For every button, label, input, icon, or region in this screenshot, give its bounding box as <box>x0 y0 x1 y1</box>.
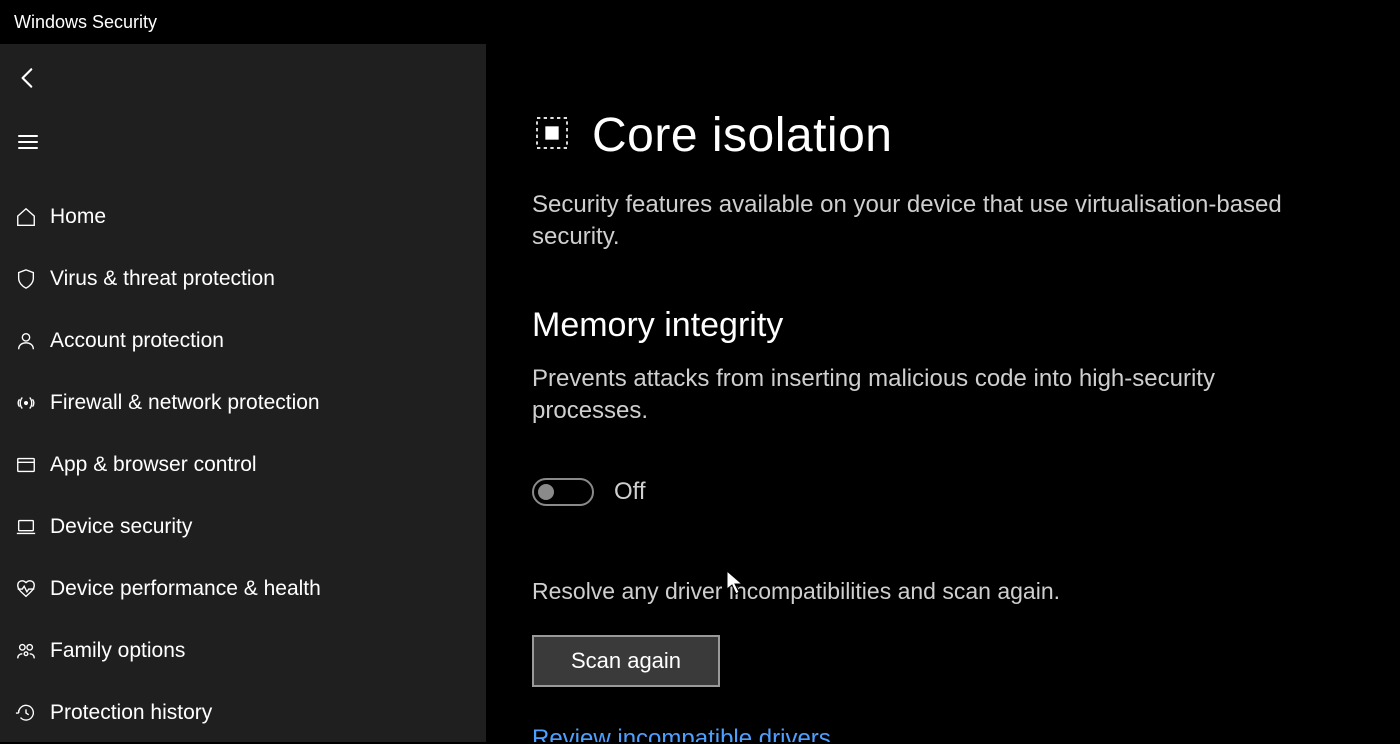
sidebar-item-firewall[interactable]: Firewall & network protection <box>0 372 486 434</box>
sidebar-item-label: Protection history <box>50 701 212 725</box>
sidebar-item-label: Device security <box>50 515 192 539</box>
page-subtitle: Security features available on your devi… <box>532 189 1292 254</box>
home-icon <box>8 206 44 228</box>
page-title: Core isolation <box>592 108 892 163</box>
sidebar-item-label: Account protection <box>50 329 224 353</box>
sidebar-item-performance[interactable]: Device performance & health <box>0 558 486 620</box>
sidebar-item-label: App & browser control <box>50 453 257 477</box>
nav-list: Home Virus & threat protection Account p… <box>0 186 486 744</box>
sidebar-item-virus[interactable]: Virus & threat protection <box>0 248 486 310</box>
sidebar-item-label: Device performance & health <box>50 577 321 601</box>
sidebar-item-family[interactable]: Family options <box>0 620 486 682</box>
section-heading: Memory integrity <box>532 306 1340 345</box>
section-description: Prevents attacks from inserting maliciou… <box>532 363 1252 428</box>
hamburger-button[interactable] <box>4 118 52 166</box>
sidebar-item-app-browser[interactable]: App & browser control <box>0 434 486 496</box>
family-icon <box>8 640 44 662</box>
toggle-state-label: Off <box>614 478 646 506</box>
memory-integrity-toggle[interactable] <box>532 478 594 506</box>
window-icon <box>8 454 44 476</box>
heart-icon <box>8 578 44 600</box>
main-content: Core isolation Security features availab… <box>486 44 1400 742</box>
sidebar-item-home[interactable]: Home <box>0 186 486 248</box>
history-icon <box>8 702 44 724</box>
sidebar: Home Virus & threat protection Account p… <box>0 44 486 742</box>
app-name: Windows Security <box>14 12 157 33</box>
person-icon <box>8 330 44 352</box>
signal-icon <box>8 392 44 414</box>
back-button[interactable] <box>4 54 52 102</box>
scan-again-button[interactable]: Scan again <box>532 635 720 687</box>
shield-icon <box>8 268 44 290</box>
laptop-icon <box>8 516 44 538</box>
back-arrow-icon <box>15 65 41 91</box>
sidebar-item-label: Home <box>50 205 106 229</box>
toggle-knob <box>538 484 554 500</box>
sidebar-item-history[interactable]: Protection history <box>0 682 486 744</box>
sidebar-item-label: Virus & threat protection <box>50 267 275 291</box>
resolve-text: Resolve any driver incompatibilities and… <box>532 578 1340 605</box>
sidebar-item-device-security[interactable]: Device security <box>0 496 486 558</box>
scan-button-label: Scan again <box>571 648 681 674</box>
titlebar: Windows Security <box>0 0 1400 44</box>
hamburger-icon <box>16 130 40 154</box>
sidebar-item-label: Family options <box>50 639 185 663</box>
chip-icon <box>532 113 572 158</box>
sidebar-item-account[interactable]: Account protection <box>0 310 486 372</box>
sidebar-item-label: Firewall & network protection <box>50 391 320 415</box>
review-drivers-link[interactable]: Review incompatible drivers <box>532 725 831 742</box>
